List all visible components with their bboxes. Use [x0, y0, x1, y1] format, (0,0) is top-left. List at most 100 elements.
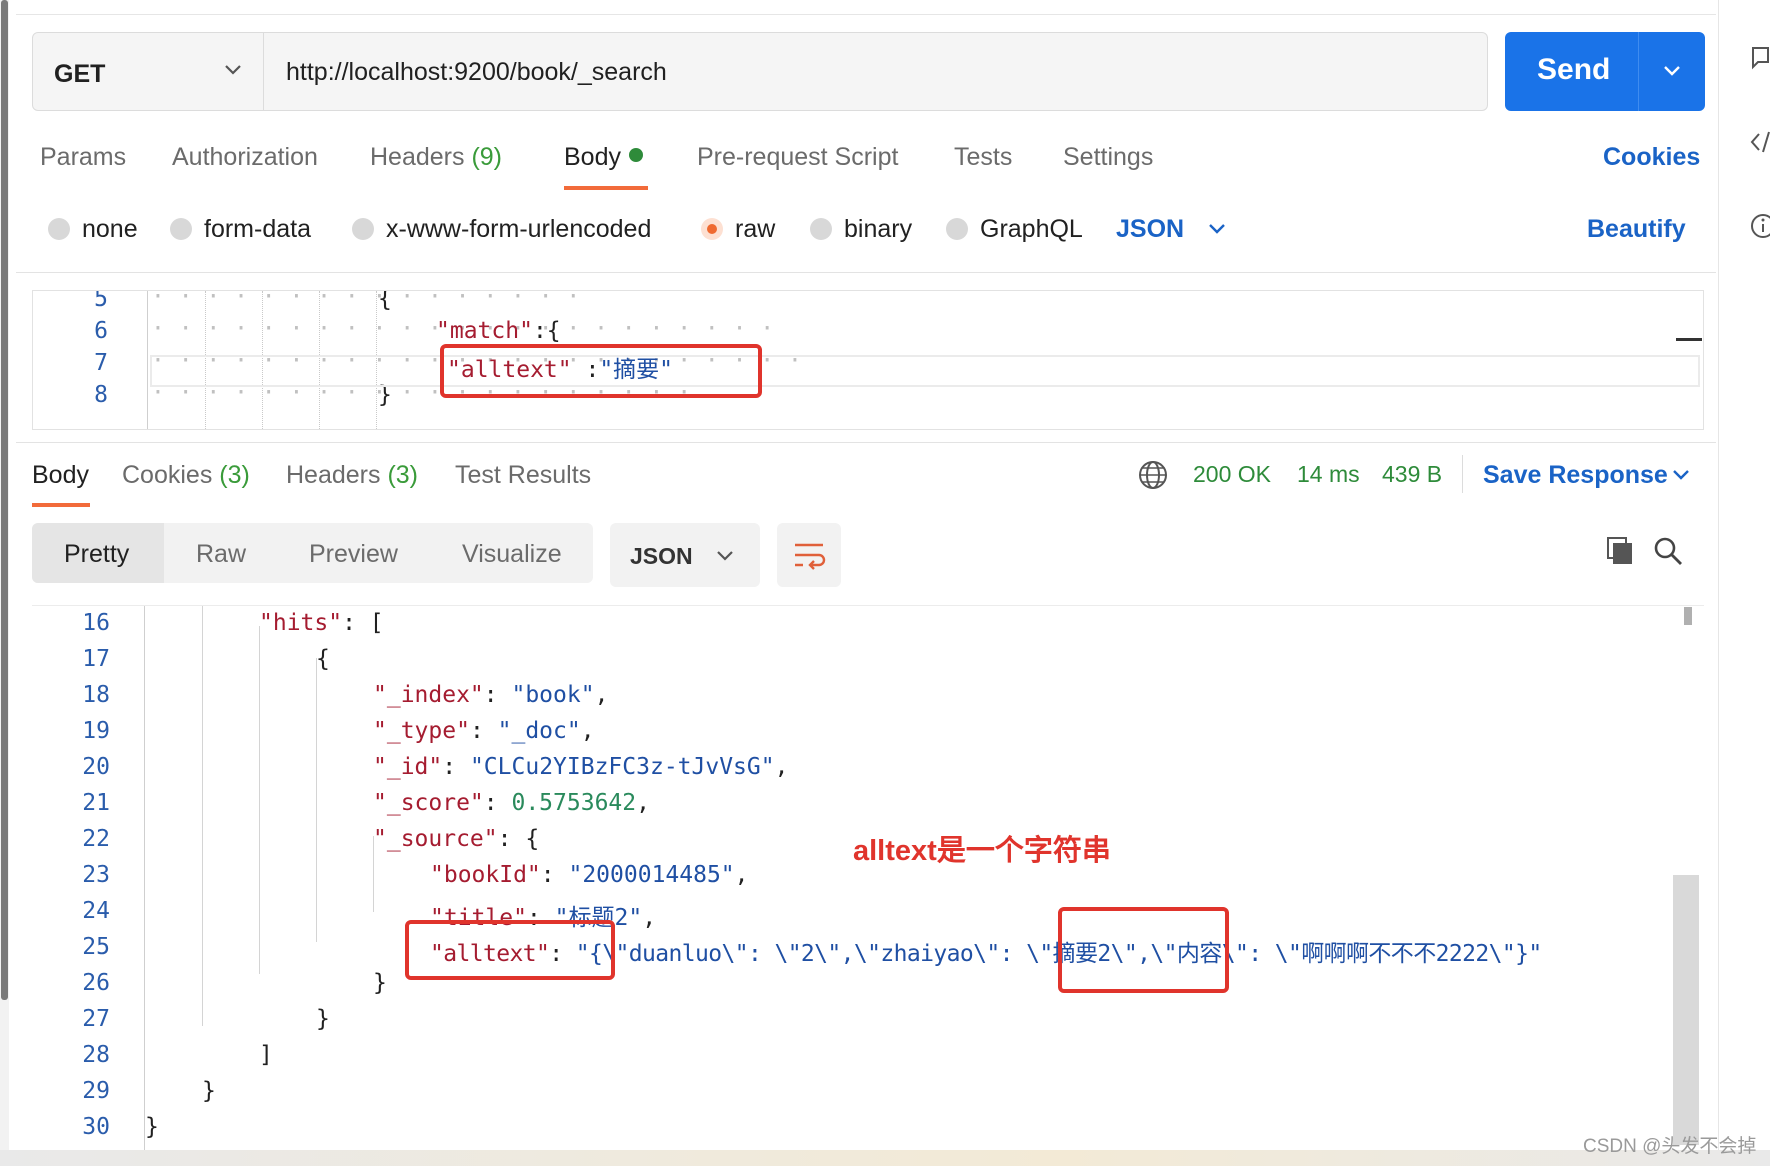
body-option-binary[interactable]: binary — [810, 215, 912, 244]
code-string: "CLCu2YIBzFC3z-tJvVsG" — [469, 754, 775, 780]
method-label: GET — [54, 60, 106, 88]
url-input[interactable]: http://localhost:9200/book/_search — [264, 32, 1488, 111]
current-line-highlight — [150, 355, 1700, 387]
code-snippet-icon[interactable] — [1749, 128, 1770, 156]
bottom-status-strip — [0, 1150, 1770, 1166]
code-string: "book" — [511, 682, 595, 708]
line-number: 18 — [82, 682, 110, 708]
gutter-divider — [144, 606, 145, 1150]
code-key: "match" — [436, 318, 533, 344]
comments-icon[interactable] — [1749, 44, 1770, 72]
response-tab-cookies[interactable]: Cookies (3) — [122, 461, 250, 490]
code-key: "_type" — [373, 718, 470, 744]
top-divider — [16, 14, 1716, 15]
right-side-panel — [1718, 0, 1770, 1166]
body-option-raw[interactable]: raw — [701, 215, 775, 244]
code-punct: : — [532, 318, 547, 344]
code-line: { — [316, 646, 330, 672]
response-size[interactable]: 439 B — [1382, 461, 1442, 488]
line-number: 16 — [82, 610, 110, 636]
radio-icon — [352, 218, 374, 240]
code-key: "_id" — [373, 754, 443, 780]
info-icon[interactable] — [1749, 212, 1770, 240]
code-brace: { — [316, 646, 330, 672]
line-number: 19 — [82, 718, 110, 744]
body-option-graphql[interactable]: GraphQL — [946, 215, 1083, 244]
tab-headers[interactable]: Headers (9) — [370, 143, 502, 172]
line-number: 29 — [82, 1078, 110, 1104]
code-line: } — [373, 970, 387, 996]
chevron-down-icon[interactable] — [1204, 216, 1230, 242]
response-time[interactable]: 14 ms — [1297, 461, 1360, 488]
search-icon[interactable] — [1652, 535, 1684, 567]
url-value: http://localhost:9200/book/_search — [286, 58, 667, 86]
tab-body[interactable]: Body — [564, 143, 643, 172]
line-number: 23 — [82, 862, 110, 888]
code-punct: : — [469, 718, 498, 744]
code-punct: : — [497, 826, 526, 852]
body-option-label: GraphQL — [980, 215, 1083, 243]
line-number: 6 — [94, 318, 108, 344]
send-button[interactable]: Send — [1505, 32, 1705, 111]
code-line: "hits": [ — [259, 610, 384, 636]
response-tab-headers[interactable]: Headers (3) — [286, 461, 418, 490]
send-options-chevron-icon[interactable] — [1657, 56, 1687, 86]
tab-headers-label: Headers — [370, 143, 465, 171]
code-punct: : — [342, 610, 370, 636]
code-brace: } — [202, 1078, 216, 1104]
code-line: ] — [259, 1042, 273, 1068]
tab-tests[interactable]: Tests — [954, 143, 1012, 172]
body-format-select[interactable]: JSON — [1116, 215, 1184, 244]
method-selector[interactable]: GET — [32, 32, 264, 111]
whitespace-dots: · · · · · · · · · · · · · · · · — [151, 290, 581, 310]
window-scrollbar[interactable] — [0, 0, 9, 1166]
send-label: Send — [1537, 53, 1611, 86]
response-format-select[interactable]: JSON — [610, 523, 760, 587]
annotation-box-zhaiyao-value — [1058, 907, 1229, 993]
beautify-button[interactable]: Beautify — [1587, 215, 1686, 244]
copy-icon[interactable] — [1604, 535, 1636, 567]
response-tab-body-label: Body — [32, 461, 89, 489]
response-scrollbar[interactable] — [1673, 875, 1699, 1145]
code-line: "_type": "_doc", — [373, 718, 595, 744]
status-code[interactable]: 200 OK — [1193, 461, 1271, 488]
tab-settings[interactable]: Settings — [1063, 143, 1153, 172]
tab-headers-count: (9) — [471, 143, 503, 171]
body-option-form-data[interactable]: form-data — [170, 215, 311, 244]
response-tab-body[interactable]: Body — [32, 461, 89, 490]
code-punct: , — [580, 718, 595, 744]
tab-pre-request-script[interactable]: Pre-request Script — [697, 143, 898, 172]
wrap-lines-button[interactable] — [777, 523, 841, 587]
code-punct: : — [483, 682, 512, 708]
chevron-down-icon — [225, 65, 241, 75]
tab-settings-label: Settings — [1063, 143, 1154, 171]
view-mode-visualize[interactable]: Visualize — [462, 540, 562, 569]
code-brace: { — [378, 290, 392, 312]
globe-icon[interactable] — [1137, 459, 1169, 491]
view-mode-preview[interactable]: Preview — [309, 540, 398, 569]
tab-params[interactable]: Params — [40, 143, 126, 172]
window-scrollbar-thumb[interactable] — [1, 0, 8, 1000]
chevron-down-icon[interactable] — [1668, 462, 1694, 488]
body-option-none[interactable]: none — [48, 215, 138, 244]
request-divider — [16, 272, 1716, 273]
radio-icon — [810, 218, 832, 240]
view-mode-raw[interactable]: Raw — [196, 540, 246, 569]
code-key: "_source" — [373, 826, 498, 852]
body-option-x-www-form-urlencoded[interactable]: x-www-form-urlencoded — [352, 215, 651, 244]
radio-icon — [946, 218, 968, 240]
view-mode-pretty[interactable]: Pretty — [64, 540, 129, 569]
code-punct: , — [594, 682, 609, 708]
code-string: "2000014485" — [568, 862, 735, 888]
cookies-link[interactable]: Cookies — [1603, 143, 1700, 172]
code-punct: , — [774, 754, 789, 780]
tab-authorization[interactable]: Authorization — [172, 143, 318, 172]
wrap-lines-icon — [795, 543, 826, 570]
send-divider — [1638, 32, 1639, 111]
code-punct: : — [483, 790, 512, 816]
response-body-viewer[interactable]: 16 17 18 19 20 21 22 23 24 25 26 27 28 2… — [32, 605, 1704, 1150]
code-punct: : — [442, 754, 470, 780]
response-tab-test-results[interactable]: Test Results — [455, 461, 591, 490]
line-number: 26 — [82, 970, 110, 996]
save-response-button[interactable]: Save Response — [1483, 461, 1668, 490]
